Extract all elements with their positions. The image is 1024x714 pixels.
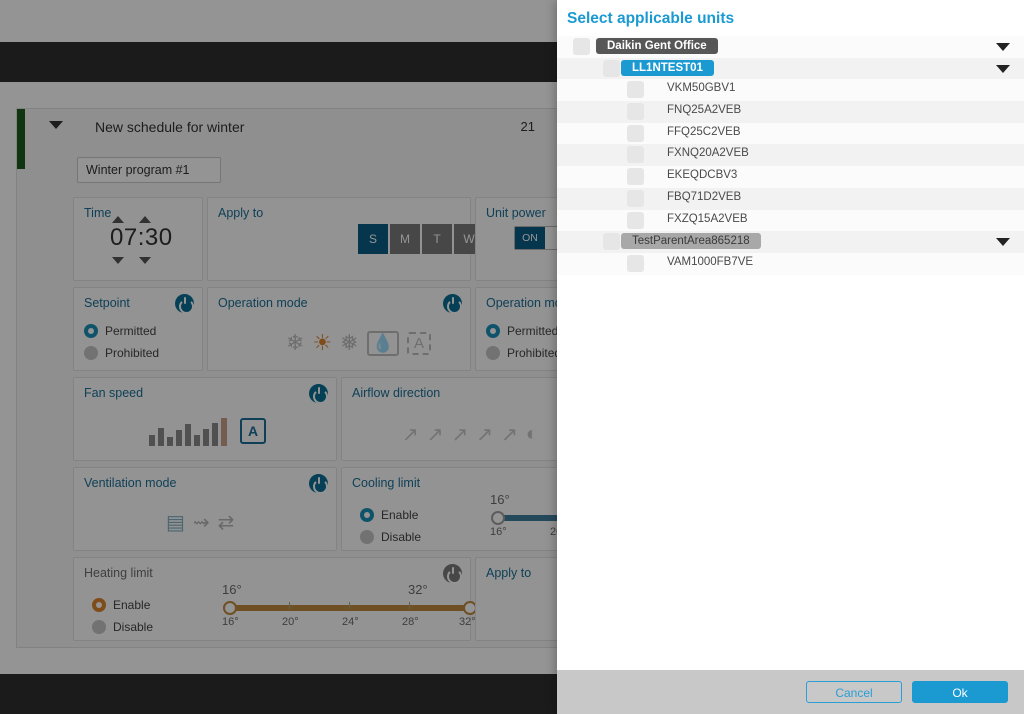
unit-tree-row[interactable]: FBQ71D2VEB [557,187,1024,210]
unit-label[interactable]: EKEQDCBV3 [667,169,737,181]
unit-tree-row[interactable]: LL1NTEST01 [557,57,1024,80]
unit-tree-row[interactable]: Daikin Gent Office [557,36,1024,58]
unit-tree-row[interactable]: FXNQ20A2VEB [557,144,1024,167]
unit-tree-row[interactable]: EKEQDCBV3 [557,166,1024,188]
unit-tree-row[interactable]: FXZQ15A2VEB [557,209,1024,232]
group-label-pill[interactable]: Daikin Gent Office [596,38,718,54]
unit-label[interactable]: FXZQ15A2VEB [667,213,748,225]
group-label-pill[interactable]: TestParentArea865218 [621,233,761,250]
unit-checkbox[interactable] [603,233,620,251]
unit-tree-row[interactable]: FNQ25A2VEB [557,101,1024,123]
unit-label[interactable]: FFQ25C2VEB [667,126,741,138]
cancel-button[interactable]: Cancel [806,681,902,703]
group-label-pill[interactable]: LL1NTEST01 [621,59,714,76]
ok-button[interactable]: Ok [912,681,1008,703]
unit-label[interactable]: FNQ25A2VEB [667,104,741,116]
unit-tree-row[interactable]: TestParentArea865218 [557,231,1024,253]
unit-checkbox[interactable] [627,124,644,142]
unit-label[interactable]: VKM50GBV1 [667,82,735,94]
unit-label[interactable]: FBQ71D2VEB [667,191,741,203]
unit-tree-row[interactable]: FFQ25C2VEB [557,122,1024,145]
unit-tree-row[interactable]: VKM50GBV1 [557,79,1024,102]
unit-label[interactable]: VAM1000FB7VE [667,256,753,268]
unit-checkbox[interactable] [573,38,590,55]
unit-checkbox[interactable] [627,254,644,272]
unit-checkbox[interactable] [627,146,644,164]
unit-checkbox[interactable] [603,59,620,77]
dialog-footer: Cancel Ok [557,670,1024,714]
unit-checkbox[interactable] [627,81,644,99]
chevron-down-icon[interactable] [996,238,1010,247]
unit-checkbox[interactable] [627,211,644,229]
unit-checkbox[interactable] [627,168,644,186]
select-units-dialog: Select applicable units Daikin Gent Offi… [557,0,1024,714]
unit-tree-row[interactable]: VAM1000FB7VE [557,252,1024,275]
chevron-down-icon[interactable] [996,43,1010,51]
unit-checkbox[interactable] [627,189,644,207]
chevron-down-icon[interactable] [996,64,1010,73]
unit-tree[interactable]: Daikin Gent Office LL1NTEST01 VKM50GBV1 FNQ… [557,36,1024,670]
unit-label[interactable]: FXNQ20A2VEB [667,147,749,159]
dialog-title: Select applicable units [567,10,735,27]
unit-checkbox[interactable] [627,103,644,121]
